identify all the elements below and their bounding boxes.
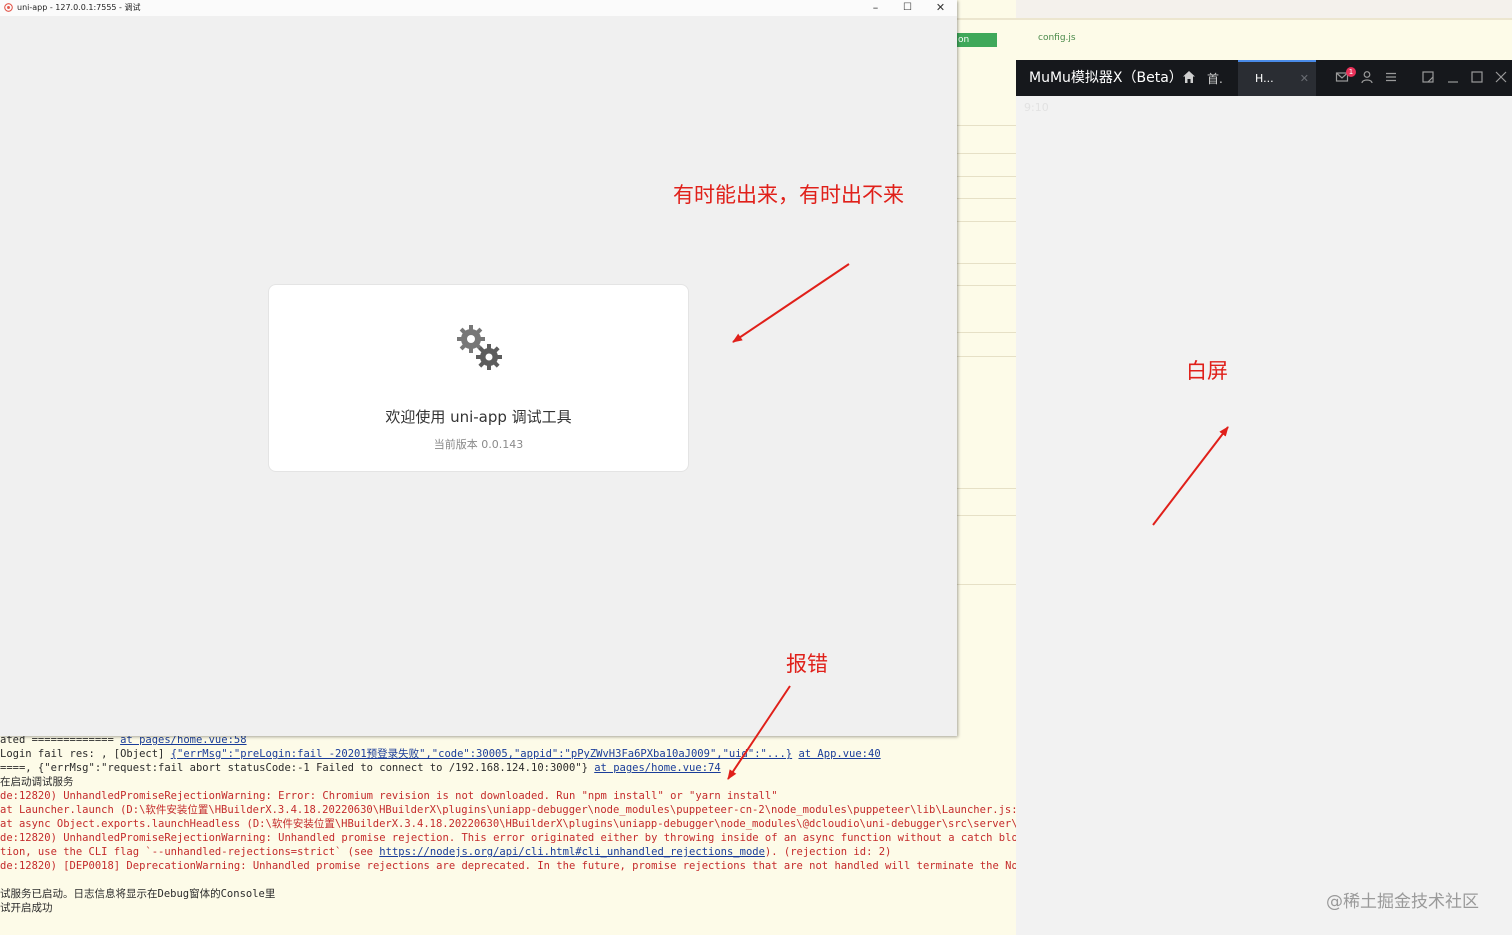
welcome-title: 欢迎使用 uni-app 调试工具 [385,408,572,426]
tab-active-app[interactable]: H... ✕ [1238,60,1316,96]
console-source-link[interactable]: https://nodejs.org/api/cli.html#cli_unha… [379,846,765,858]
console-line: 试开启成功 [0,901,53,915]
console-line: at Launcher.launch (D:\软件安装位置\HBuilderX.… [0,803,1016,817]
console-line: de:12820) UnhandledPromiseRejectionWarni… [0,789,778,803]
console-text: Login fail res: , [Object] [0,748,171,760]
console-line: de:12820) UnhandledPromiseRejectionWarni… [0,831,1016,845]
mumu-emulator-window: MuMu模拟器X（Beta） 首. H... ✕ 1 9:10 [1016,60,1512,935]
android-status-clock: 9:10 [1024,101,1049,114]
minimize-icon[interactable] [1446,70,1460,84]
console-line: 在启动调试服务 [0,775,74,789]
window-titlebar: uni-app - 127.0.0.1:7555 - 调试 – ☐ ✕ [0,0,957,16]
notification-badge: 1 [1346,67,1356,77]
annotation-error: 报错 [786,652,828,676]
console-source-link[interactable]: {"errMsg":"preLogin:fail -20201预登录失败","c… [171,748,792,760]
uniapp-debug-window: uni-app - 127.0.0.1:7555 - 调试 – ☐ ✕ 欢迎使用… [0,0,957,736]
mumu-titlebar: MuMu模拟器X（Beta） 首. H... ✕ 1 [1016,60,1512,96]
editor-gutter-lines [957,60,1016,590]
console-text: ====, {"errMsg":"request:fail abort stat… [0,762,595,774]
tab-home[interactable]: 首. [1207,60,1223,96]
tab-close-icon[interactable]: ✕ [1300,62,1309,96]
uniapp-logo-icon [4,3,13,12]
annotation-intermittent: 有时能出来，有时出不来 [673,183,904,207]
mumu-title: MuMu模拟器X（Beta） [1029,70,1183,86]
console-text: ated ============= [0,735,121,746]
version-text: 当前版本 0.0.143 [433,438,524,451]
editor-tab-partial[interactable]: on [957,33,997,47]
console-source-link[interactable]: at App.vue:40 [798,748,880,760]
user-icon[interactable] [1360,70,1374,84]
window-title: uni-app - 127.0.0.1:7555 - 调试 [17,3,141,12]
welcome-card: 欢迎使用 uni-app 调试工具 当前版本 0.0.143 [268,284,689,472]
juejin-watermark: @稀土掘金技术社区 [1326,892,1479,912]
console-line: ated ============= at pages/home.vue:58 [0,735,247,747]
home-icon[interactable] [1182,70,1196,84]
console-line: 试服务已启动。日志信息将显示在Debug窗体的Console里 [0,887,275,901]
console-text: tion, use the CLI flag `--unhandled-reje… [0,846,380,858]
menu-icon[interactable] [1384,70,1398,84]
console-text: at async Object.exports.launchHeadless (… [0,818,1016,830]
annotation-white-screen: 白屏 [1186,359,1228,383]
console-line: tion, use the CLI flag `--unhandled-reje… [0,845,891,859]
console-text: de:12820) [DEP0018] DeprecationWarning: … [0,860,1016,872]
console-text: 试服务已启动。日志信息将显示在Debug窗体的Console里 [0,888,276,900]
close-button[interactable]: ✕ [924,0,957,16]
minimize-button[interactable]: – [859,0,892,16]
console-line: at async Object.exports.launchHeadless (… [0,817,1016,831]
console-text: 在启动调试服务 [0,776,74,788]
console-source-link[interactable]: at pages/home.vue:74 [594,762,720,774]
gears-icon [457,325,502,370]
console-line: Login fail res: , [Object] {"errMsg":"pr… [0,747,881,761]
maximize-icon[interactable] [1470,70,1484,84]
resize-icon[interactable] [1421,70,1435,84]
console-line: de:12820) [DEP0018] DeprecationWarning: … [0,859,1016,873]
console-source-link[interactable]: at pages/home.vue:58 [120,735,246,746]
console-text: ). (rejection id: 2) [764,846,892,858]
console-text: 试开启成功 [0,902,53,914]
close-icon[interactable] [1494,70,1508,84]
tab-active-label: H... [1255,72,1274,85]
console-output: ated ============= at pages/home.vue:58 L… [0,735,1016,935]
maximize-button[interactable]: ☐ [891,0,924,16]
console-text: de:12820) UnhandledPromiseRejectionWarni… [0,790,778,802]
console-line: ====, {"errMsg":"request:fail abort stat… [0,761,721,775]
console-text: at Launcher.launch (D:\软件安装位置\HBuilderX.… [0,804,1016,816]
console-text: de:12820) UnhandledPromiseRejectionWarni… [0,832,1016,844]
editor-tab-config-js[interactable]: config.js [1038,33,1076,43]
